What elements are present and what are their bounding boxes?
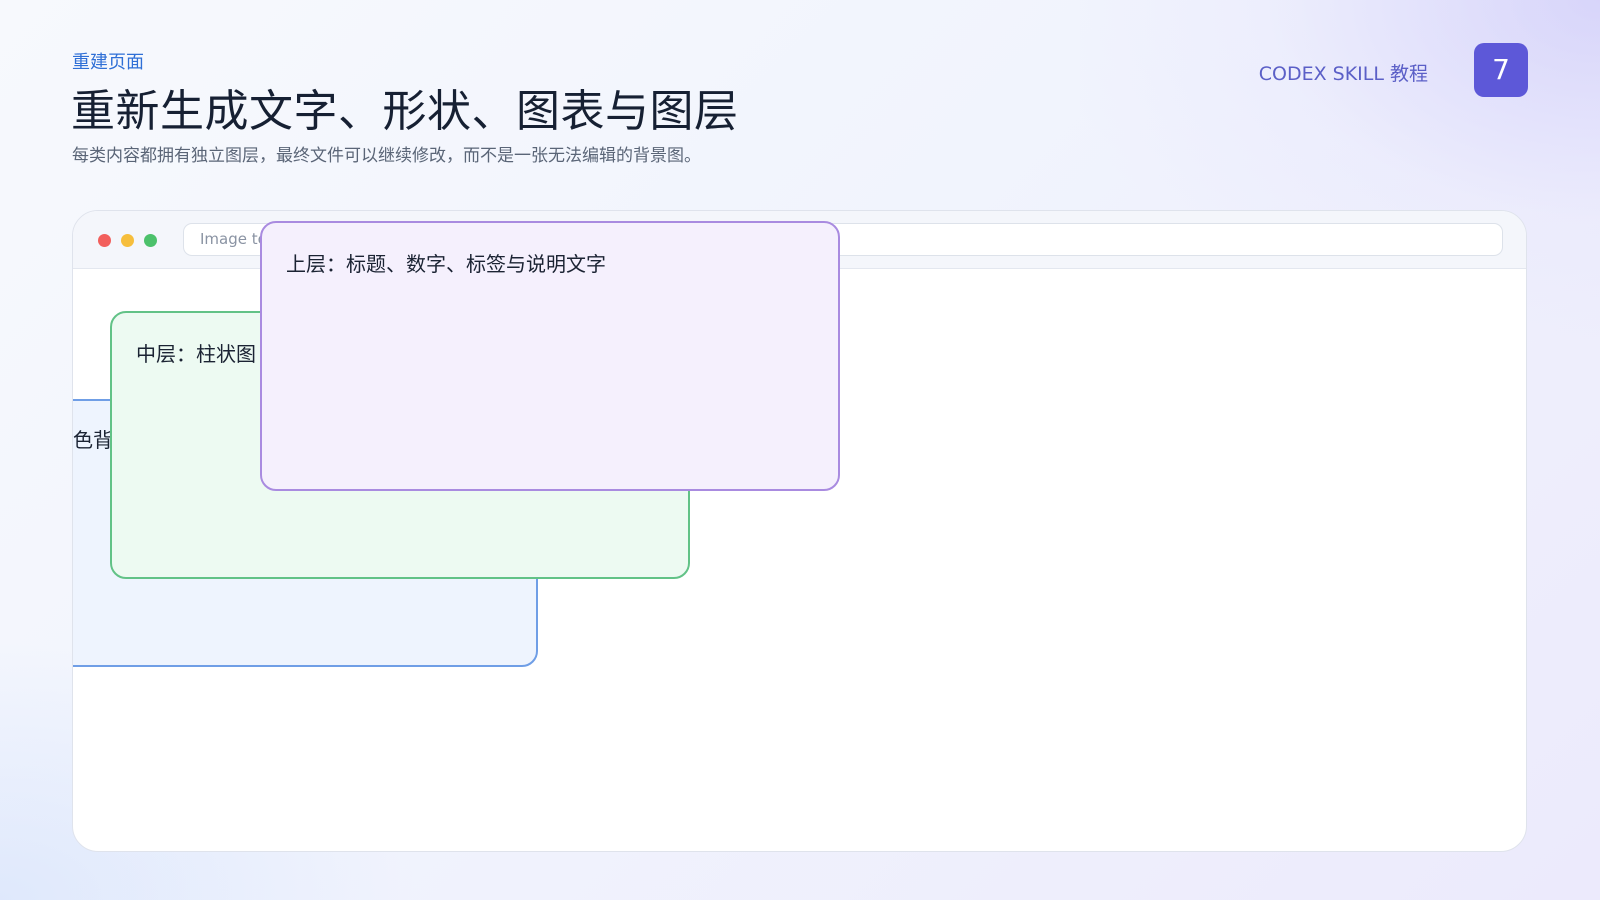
page-number-badge: 7 <box>1474 43 1528 97</box>
middle-layer-label: 中层：柱状图 <box>136 342 256 366</box>
section-eyebrow: 重建页面 <box>72 52 144 73</box>
window-maximize-dot-icon <box>144 234 157 247</box>
bottom-layer-label: 色背 <box>73 428 113 452</box>
brand-label: CODEX SKILL 教程 <box>1258 63 1428 85</box>
page-title: 重新生成文字、形状、图表与图层 <box>71 86 739 137</box>
window-minimize-dot-icon <box>121 234 134 247</box>
browser-window-mockup: Image to 色背 中层：柱状图 上层：标题、数字、标签与说明文字 <box>72 210 1527 852</box>
top-layer-card: 上层：标题、数字、标签与说明文字 <box>260 221 840 491</box>
window-close-dot-icon <box>98 234 111 247</box>
top-layer-label: 上层：标题、数字、标签与说明文字 <box>286 252 606 276</box>
page-subtitle: 每类内容都拥有独立图层，最终文件可以继续修改，而不是一张无法编辑的背景图。 <box>72 146 701 166</box>
